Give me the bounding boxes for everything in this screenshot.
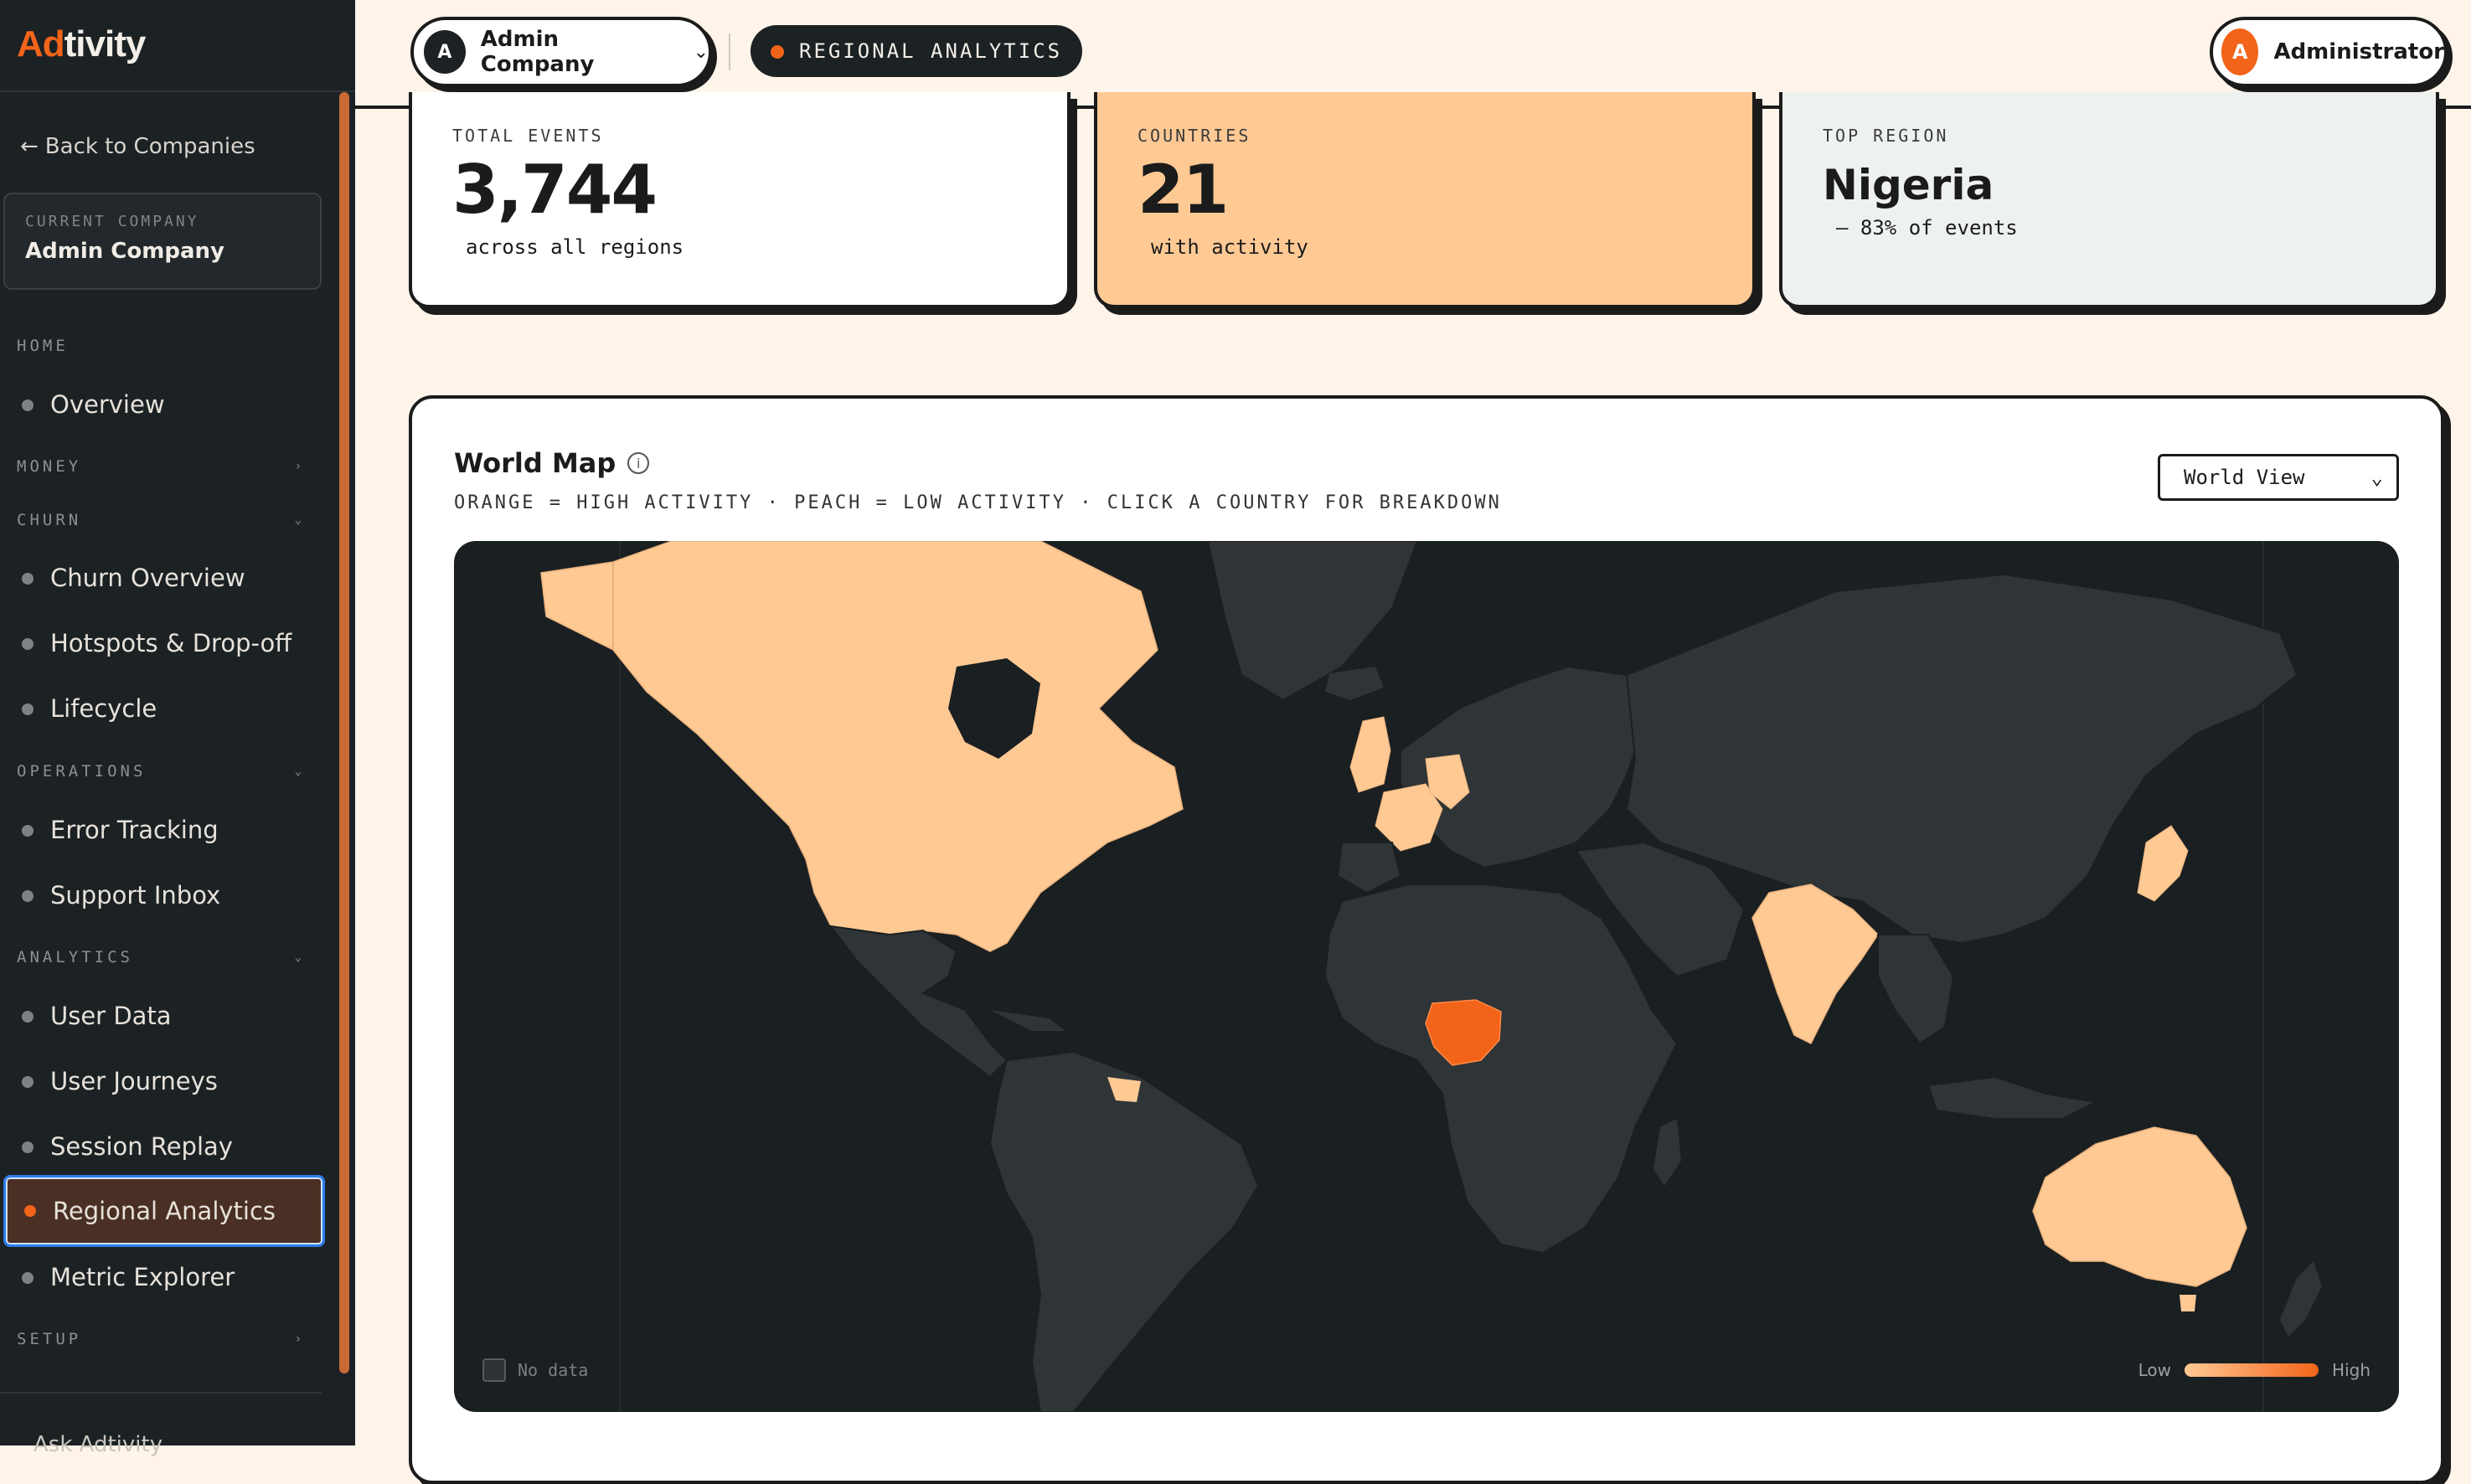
region-southeast-asia — [1877, 934, 1955, 1045]
stat-value: 3,744 — [452, 151, 658, 229]
sidebar-item-metric-explorer[interactable]: Metric Explorer — [3, 1247, 325, 1307]
ask-adtivity-link[interactable]: Ask Adtivity — [34, 1432, 162, 1457]
country-australia — [2032, 1126, 2247, 1287]
section-analytics[interactable]: ANALYTICS ⌄ — [17, 948, 305, 966]
section-operations[interactable]: OPERATIONS ⌄ — [17, 762, 305, 781]
stat-card-countries: COUNTRIES 21 with activity — [1094, 92, 1756, 308]
bullet-icon — [22, 1141, 34, 1153]
app-logo[interactable]: Adtivity — [17, 23, 146, 69]
country-madagascar — [1653, 1119, 1681, 1186]
page-indicator: REGIONAL ANALYTICS — [751, 25, 1083, 77]
bullet-icon — [22, 825, 34, 837]
section-setup[interactable]: SETUP › — [17, 1330, 305, 1348]
bullet-icon — [22, 1272, 34, 1284]
chevron-down-icon: ⌄ — [294, 513, 305, 527]
arrow-left-icon: ← — [20, 134, 39, 159]
section-churn[interactable]: CHURN ⌄ — [17, 511, 305, 529]
current-company-label: CURRENT COMPANY — [25, 213, 199, 230]
sidebar: Adtivity ← Back to Companies CURRENT COM… — [0, 0, 355, 1457]
chevron-down-icon: ⌄ — [693, 41, 709, 63]
user-menu[interactable]: A Administrator — [2210, 17, 2448, 87]
stat-label: COUNTRIES — [1137, 126, 1251, 146]
divider — [729, 33, 730, 70]
company-avatar: A — [424, 30, 466, 74]
stat-card-total-events: TOTAL EVENTS 3,744 across all regions — [409, 92, 1070, 308]
section-home: HOME — [17, 337, 69, 355]
sidebar-item-error-tracking[interactable]: Error Tracking — [3, 800, 325, 860]
world-map-svg[interactable] — [454, 541, 2399, 1412]
region-africa — [1323, 884, 1679, 1255]
country-mexico — [828, 925, 1009, 1079]
chevron-right-icon: › — [294, 1332, 305, 1346]
bullet-icon — [22, 638, 34, 650]
sidebar-divider — [0, 1392, 322, 1394]
info-icon[interactable]: i — [627, 452, 650, 474]
country-cuba — [990, 1010, 1065, 1031]
stat-value: 21 — [1137, 151, 1229, 229]
chevron-down-icon: ⌄ — [2370, 466, 2383, 489]
country-greenland — [1206, 541, 1419, 702]
sidebar-divider — [0, 90, 355, 92]
country-japan — [2137, 825, 2189, 902]
country-uk — [1349, 716, 1391, 793]
bullet-icon — [22, 703, 34, 715]
stat-subtext: across all regions — [466, 235, 684, 259]
country-india — [1751, 884, 1879, 1045]
region-indonesia — [1927, 1075, 2099, 1120]
country-north-america — [540, 541, 1184, 952]
stat-label: TOP REGION — [1823, 126, 1949, 146]
map-subtitle: ORANGE = HIGH ACTIVITY · PEACH = LOW ACT… — [454, 492, 1502, 513]
stat-card-top-region: TOP REGION Nigeria — 83% of events — [1779, 92, 2439, 308]
sidebar-item-support-inbox[interactable]: Support Inbox — [3, 865, 325, 925]
sidebar-item-overview[interactable]: Overview — [3, 374, 325, 435]
country-tasmania — [2180, 1295, 2196, 1311]
avatar: A — [2221, 28, 2259, 75]
bullet-icon — [22, 890, 34, 902]
world-map-card: World Map i ORANGE = HIGH ACTIVITY · PEA… — [409, 395, 2444, 1484]
world-map[interactable]: No data Low High — [454, 541, 2399, 1412]
sidebar-scrollbar[interactable] — [339, 92, 349, 1373]
stat-subtext: — 83% of events — [1836, 216, 2018, 240]
chevron-right-icon: › — [294, 460, 305, 473]
chevron-down-icon: ⌄ — [294, 765, 305, 778]
sidebar-item-user-data[interactable]: User Data — [3, 986, 325, 1046]
bullet-icon — [22, 573, 34, 585]
country-south-america — [988, 1050, 1260, 1412]
country-new-zealand — [2280, 1261, 2322, 1337]
current-company-card: CURRENT COMPANY Admin Company — [3, 193, 322, 290]
status-dot-icon — [771, 45, 784, 59]
country-spain — [1336, 842, 1402, 894]
legend-no-data: No data — [482, 1358, 588, 1382]
bullet-icon — [24, 1205, 36, 1217]
no-data-swatch — [482, 1358, 506, 1382]
legend-gradient — [2185, 1363, 2319, 1377]
bullet-icon — [22, 1011, 34, 1023]
sidebar-item-regional-analytics[interactable]: Regional Analytics — [3, 1175, 325, 1247]
user-name: Administrator — [2273, 39, 2444, 64]
sidebar-item-user-journeys[interactable]: User Journeys — [3, 1051, 325, 1111]
chevron-down-icon: ⌄ — [294, 951, 305, 964]
map-title: World Map i — [454, 447, 650, 479]
stat-subtext: with activity — [1151, 235, 1308, 259]
stat-label: TOTAL EVENTS — [452, 126, 604, 146]
current-company-name: Admin Company — [25, 239, 224, 264]
sidebar-item-lifecycle[interactable]: Lifecycle — [3, 678, 325, 739]
sidebar-item-hotspots[interactable]: Hotspots & Drop-off — [3, 613, 325, 673]
bullet-icon — [22, 1076, 34, 1088]
company-selector-label: Admin Company — [480, 27, 595, 77]
sidebar-item-session-replay[interactable]: Session Replay — [3, 1116, 325, 1177]
company-selector[interactable]: A Admin Company ⌄ — [410, 17, 712, 87]
section-money[interactable]: MONEY › — [17, 457, 305, 476]
legend-scale: Low High — [2138, 1360, 2370, 1380]
back-to-companies-link[interactable]: ← Back to Companies — [20, 134, 255, 159]
stat-value: Nigeria — [1823, 161, 1994, 209]
bullet-icon — [22, 399, 34, 411]
sidebar-item-churn-overview[interactable]: Churn Overview — [3, 548, 325, 608]
view-select[interactable]: World View ⌄ — [2158, 454, 2399, 501]
